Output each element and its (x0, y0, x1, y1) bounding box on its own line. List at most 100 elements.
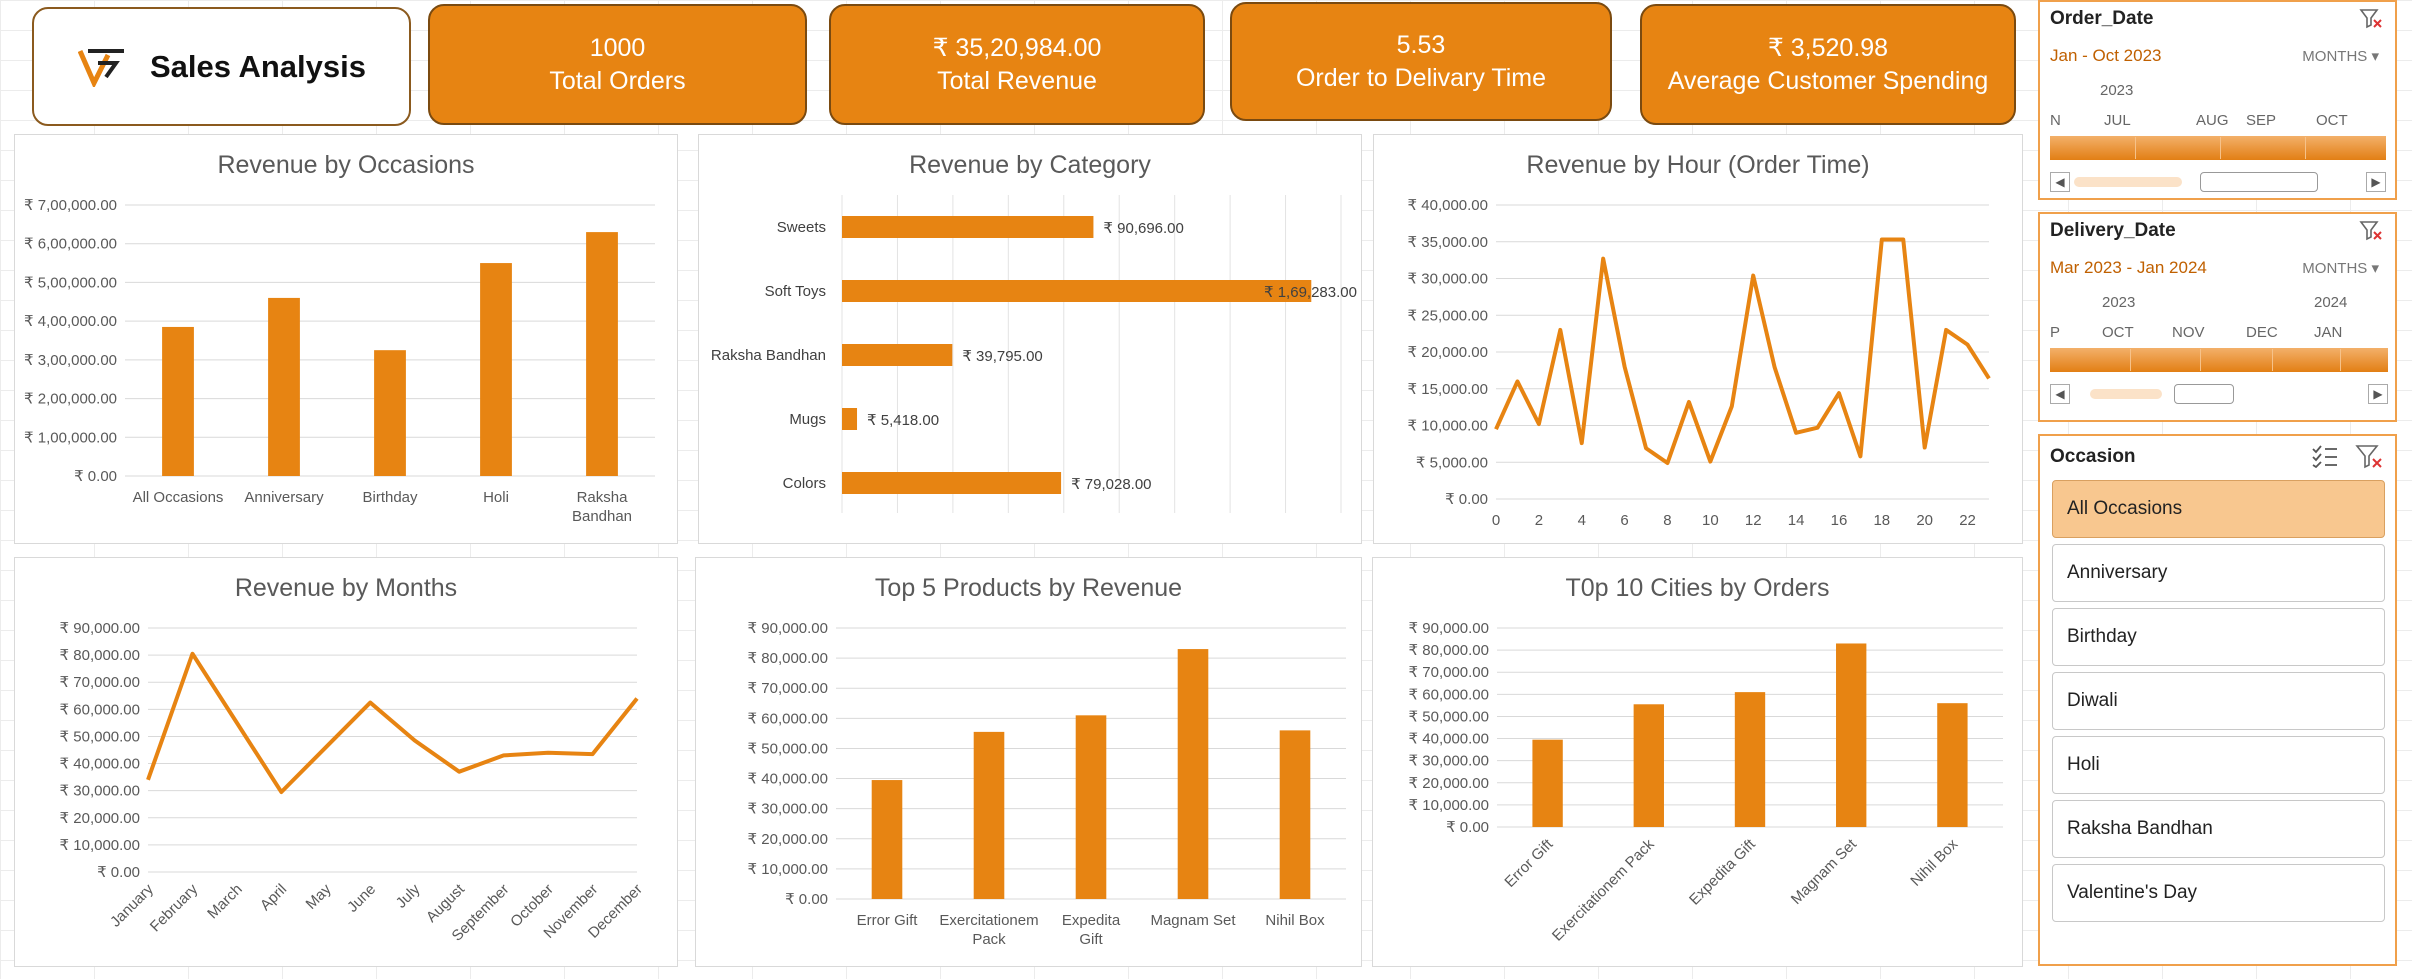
x-tick-label: June (344, 881, 379, 916)
x-tick-label: Error Gift (1501, 835, 1557, 891)
y-tick-label: ₹ 70,000.00 (1409, 664, 1489, 681)
scroll-thumb[interactable] (2174, 384, 2234, 404)
scroll-left-icon[interactable]: ◀ (2050, 384, 2070, 404)
y-tick-label: ₹ 40,000.00 (1408, 197, 1488, 214)
x-tick-label: Gift (1079, 931, 1103, 948)
multi-select-icon[interactable] (2311, 444, 2339, 468)
occasions-plot: ₹ 7,00,000.00 ₹ 6,00,000.00 ₹ 5,00,000.00 ₹… (24, 197, 655, 525)
scroll-right-icon[interactable]: ▶ (2368, 384, 2388, 404)
series-line (1494, 237, 1991, 465)
occasion-item-anniversary[interactable]: Anniversary (2052, 544, 2385, 602)
timeline-selection-bar[interactable] (2050, 136, 2386, 160)
y-tick-label: ₹ 1,00,000.00 (24, 429, 117, 446)
timeline-selection-bar[interactable] (2050, 348, 2388, 372)
slicer-occasion[interactable]: Occasion All Occasions Anniversary Birth… (2038, 434, 2397, 966)
chart-products: Top 5 Products by Revenue ₹ 90,000.00 ₹ 8… (695, 557, 1362, 967)
y-tick-label: ₹ 3,00,000.00 (24, 352, 117, 369)
hour-plot: ₹ 40,000.00 ₹ 35,000.00 ₹ 30,000.00 ₹ 25,00… (1408, 197, 1991, 529)
occasion-item-holi[interactable]: Holi (2052, 736, 2385, 794)
scroll-thumb[interactable] (2200, 172, 2318, 192)
timeline-tick (2130, 349, 2131, 371)
y-tick-label: ₹ 15,000.00 (1408, 381, 1488, 398)
y-tick-label: ₹ 70,000.00 (60, 674, 140, 691)
chart-hour: Revenue by Hour (Order Time) ₹ 40,000.00… (1373, 134, 2023, 544)
scroll-left-icon[interactable]: ◀ (2050, 172, 2070, 192)
occasion-label: Holi (2067, 754, 2100, 775)
kpi-value: 1000 (589, 33, 646, 62)
x-tick-label: February (147, 880, 202, 935)
slicer-order-date[interactable]: Order_Date Jan - Oct 2023 MONTHS ▾ 2023 … (2038, 0, 2397, 200)
data-label: ₹ 90,696.00 (1103, 220, 1183, 237)
occasion-label: Anniversary (2067, 562, 2168, 583)
time-level-dropdown[interactable]: MONTHS ▾ (2302, 259, 2379, 277)
kpi-value: 5.53 (1396, 30, 1446, 59)
scroll-track (2074, 177, 2182, 187)
time-level-label: MONTHS (2302, 260, 2368, 277)
filter-clear-icon[interactable] (2359, 220, 2383, 242)
y-tick-label: ₹ 2,00,000.00 (24, 391, 117, 408)
y-tick-label: ₹ 80,000.00 (60, 647, 140, 664)
time-level-dropdown[interactable]: MONTHS ▾ (2302, 47, 2379, 65)
occasion-item-birthday[interactable]: Birthday (2052, 608, 2385, 666)
timeline-month: OCT (2316, 112, 2348, 129)
y-tick-label: ₹ 50,000.00 (60, 728, 140, 745)
series-line (146, 651, 639, 795)
y-tick-label: ₹ 60,000.00 (748, 710, 828, 727)
timeline-year: 2023 (2100, 82, 2134, 99)
y-tick-label: ₹ 60,000.00 (60, 701, 140, 718)
timeline-month: JAN (2314, 324, 2343, 341)
filter-clear-icon[interactable] (2355, 444, 2383, 470)
date-range-label: Mar 2023 - Jan 2024 (2050, 258, 2207, 277)
y-tick-label: ₹ 70,000.00 (748, 680, 828, 697)
occasion-item-raksha-bandhan[interactable]: Raksha Bandhan (2052, 800, 2385, 858)
bar (1177, 649, 1209, 899)
occasion-item-all-occasions[interactable]: All Occasions (2052, 480, 2385, 538)
x-tick-label: 18 (1873, 512, 1890, 529)
timeline-month: OCT (2102, 324, 2134, 341)
bar (842, 280, 1312, 302)
bar (842, 216, 1094, 238)
y-tick-label: ₹ 50,000.00 (1409, 708, 1489, 725)
chart-cities: T0p 10 Cities by Orders ₹ 90,000.00 ₹ 80,… (1372, 557, 2023, 967)
bar (871, 780, 903, 899)
bar (1532, 739, 1563, 827)
scroll-right-icon[interactable]: ▶ (2366, 172, 2386, 192)
y-tick-label: ₹ 40,000.00 (1409, 731, 1489, 748)
occasion-label: All Occasions (2067, 498, 2183, 519)
bar (162, 326, 194, 476)
y-tick-label: ₹ 30,000.00 (1409, 753, 1489, 770)
y-tick-label: ₹ 5,000.00 (1416, 454, 1488, 471)
timeline-month: AUG (2196, 112, 2229, 129)
y-tick-label: ₹ 40,000.00 (60, 756, 140, 773)
timeline-tick (2305, 137, 2306, 159)
kpi-delivery-time: 5.53 Order to Delivary Time (1230, 2, 1612, 121)
x-tick-label: 0 (1492, 512, 1500, 529)
x-tick-label: Magnam Set (1788, 835, 1861, 908)
y-tick-label: ₹ 10,000.00 (748, 861, 828, 878)
occasion-label: Diwali (2067, 690, 2118, 711)
filter-clear-icon[interactable] (2359, 8, 2383, 30)
logo-icon (78, 48, 124, 87)
x-tick-label: Birthday (362, 489, 418, 506)
x-tick-label: 4 (1578, 512, 1586, 529)
timeline-month: P (2050, 324, 2061, 341)
data-label: ₹ 5,418.00 (867, 412, 939, 429)
kpi-label: Average Customer Spending (1667, 66, 1989, 95)
occasion-item-diwali[interactable]: Diwali (2052, 672, 2385, 730)
x-tick-label: 20 (1916, 512, 1933, 529)
y-tick-label: ₹ 25,000.00 (1408, 307, 1488, 324)
y-tick-label: ₹ 7,00,000.00 (24, 197, 117, 214)
x-tick-label: March (204, 881, 245, 922)
kpi-label: Order to Delivary Time (1295, 63, 1547, 92)
slicer-delivery-date[interactable]: Delivery_Date Mar 2023 - Jan 2024 MONTHS… (2038, 212, 2397, 422)
date-range-label: Jan - Oct 2023 (2050, 46, 2162, 65)
y-tick-label: ₹ 10,000.00 (1408, 418, 1488, 435)
y-tick-label: ₹ 10,000.00 (1409, 797, 1489, 814)
occasion-item-valentines-day[interactable]: Valentine's Day (2052, 864, 2385, 922)
occasion-label: Raksha Bandhan (2067, 818, 2213, 839)
y-tick-label: ₹ 0.00 (74, 468, 117, 485)
timeline-month: DEC (2246, 324, 2278, 341)
y-tick-label: ₹ 50,000.00 (748, 740, 828, 757)
data-label: ₹ 1,69,283.00 (1264, 284, 1357, 301)
chart-months: Revenue by Months ₹ 90,000.00 ₹ 80,000.00… (14, 557, 678, 967)
